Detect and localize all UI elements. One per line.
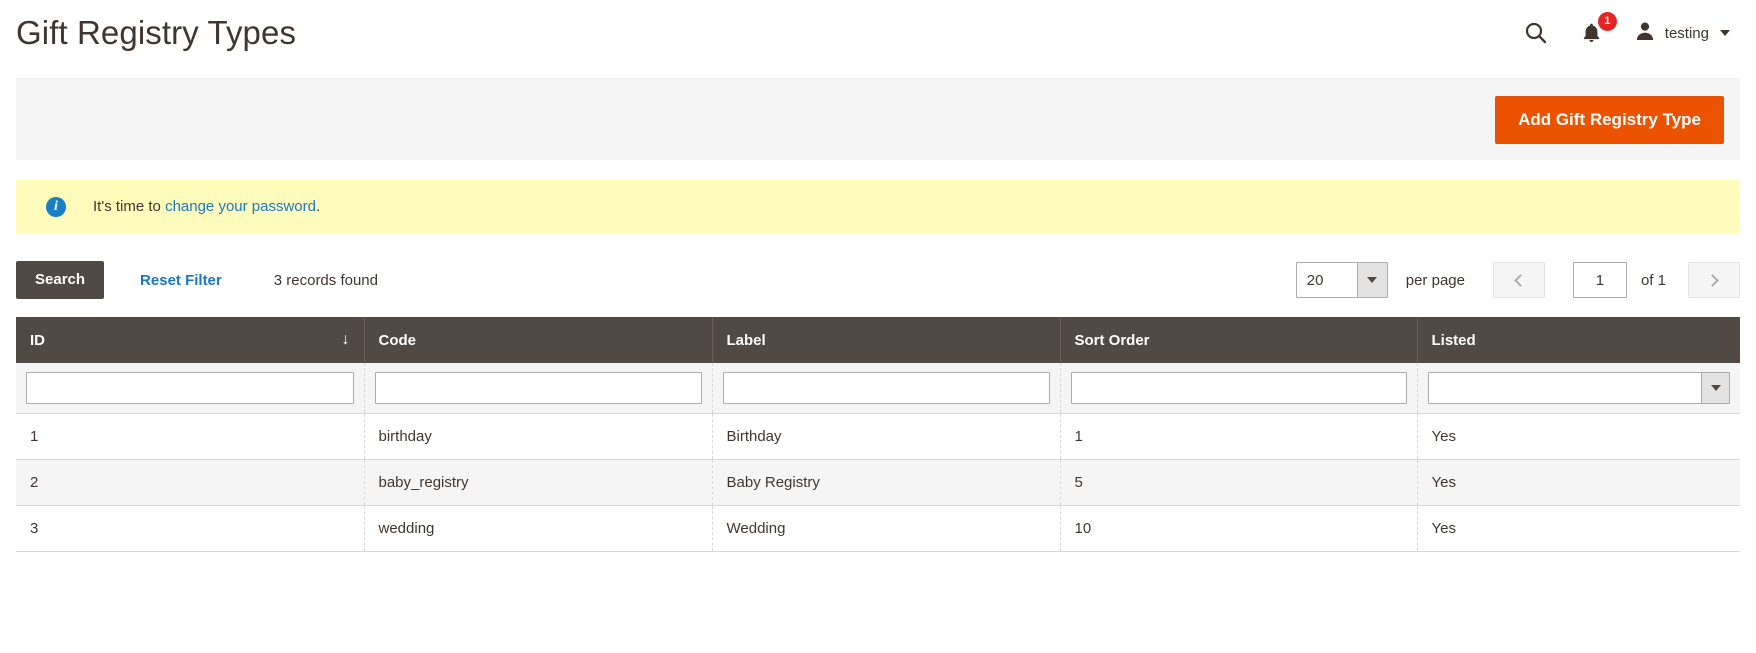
column-header-label-label: Label <box>726 331 766 349</box>
current-page-input[interactable] <box>1572 262 1627 298</box>
column-header-code[interactable]: Code <box>364 317 713 363</box>
column-header-id[interactable]: ID ↓ <box>16 317 365 363</box>
cell-label: Wedding <box>712 505 1061 552</box>
cell-sort-order: 10 <box>1060 505 1418 552</box>
table-row[interactable]: 3 wedding Wedding 10 Yes <box>16 505 1740 552</box>
per-page-select[interactable]: 20 <box>1295 262 1388 298</box>
notice-text-after: . <box>316 198 321 215</box>
user-menu[interactable]: testing <box>1634 20 1730 46</box>
per-page-value: 20 <box>1306 271 1324 289</box>
header-actions: 1 testing <box>1522 12 1734 47</box>
column-header-sort-order[interactable]: Sort Order <box>1060 317 1418 363</box>
filter-input-sort-order[interactable] <box>1070 372 1407 404</box>
per-page-label: per page <box>1405 271 1465 289</box>
column-header-code-label: Code <box>378 331 417 349</box>
cell-listed: Yes <box>1417 413 1740 460</box>
column-header-label[interactable]: Label <box>712 317 1061 363</box>
chevron-right-icon <box>1706 273 1719 287</box>
filter-input-label[interactable] <box>722 372 1050 404</box>
chevron-down-icon <box>1720 30 1730 36</box>
notifications-count-badge: 1 <box>1597 12 1617 31</box>
filter-select-listed-value <box>1429 373 1702 403</box>
cell-id: 3 <box>16 505 365 552</box>
filter-input-code[interactable] <box>374 372 702 404</box>
column-header-listed[interactable]: Listed <box>1417 317 1740 363</box>
info-icon: i <box>46 196 66 217</box>
filter-cell-listed <box>1417 363 1740 414</box>
column-header-listed-label: Listed <box>1431 331 1476 349</box>
cell-sort-order: 1 <box>1060 413 1418 460</box>
chevron-down-icon <box>1701 373 1729 403</box>
chevron-left-icon <box>1514 273 1527 287</box>
grid-pagination: 20 per page of 1 <box>1295 262 1740 298</box>
cell-label: Birthday <box>712 413 1061 460</box>
filter-cell-label <box>712 363 1061 414</box>
add-gift-registry-type-button[interactable]: Add Gift Registry Type <box>1495 95 1724 144</box>
chevron-down-icon <box>1356 263 1387 297</box>
next-page-button[interactable] <box>1688 262 1740 298</box>
grid-toolbar: Search Reset Filter 3 records found 20 p… <box>16 261 1740 299</box>
cell-code: wedding <box>364 505 713 552</box>
gift-registry-types-table: ID ↓ Code Label Sort Order Listed 1 birt… <box>16 317 1740 552</box>
filter-input-id[interactable] <box>26 372 354 404</box>
cell-code: baby_registry <box>364 459 713 506</box>
page-header: Gift Registry Types 1 testing <box>0 0 1756 66</box>
notice-message: i It's time to change your password. <box>16 180 1740 233</box>
avatar-icon <box>1634 20 1656 46</box>
cell-label: Baby Registry <box>712 459 1061 506</box>
column-header-sort-order-label: Sort Order <box>1074 331 1150 349</box>
page-actions-bar: Add Gift Registry Type <box>16 78 1740 160</box>
search-icon[interactable] <box>1522 19 1550 47</box>
grid-container: ID ↓ Code Label Sort Order Listed 1 birt… <box>16 317 1740 552</box>
sort-descending-icon: ↓ <box>341 331 350 348</box>
cell-id: 1 <box>16 413 365 460</box>
filter-cell-id <box>16 363 365 414</box>
notifications-bell-icon[interactable]: 1 <box>1578 12 1617 47</box>
cell-sort-order: 5 <box>1060 459 1418 506</box>
notice-text-before: It's time to <box>93 198 166 215</box>
filter-cell-code <box>364 363 713 414</box>
notice-message-text: It's time to change your password. <box>93 198 320 215</box>
cell-code: birthday <box>364 413 713 460</box>
change-password-link[interactable]: change your password <box>165 198 316 215</box>
column-header-id-label: ID <box>30 331 45 349</box>
admin-page: Gift Registry Types 1 testing Add Gift R… <box>0 0 1756 653</box>
records-found-label: 3 records found <box>273 271 378 289</box>
previous-page-button[interactable] <box>1492 262 1545 298</box>
grid-toolbar-left: Search Reset Filter 3 records found <box>16 261 378 299</box>
filter-cell-sort-order <box>1060 363 1418 414</box>
cell-id: 2 <box>16 459 365 506</box>
cell-listed: Yes <box>1417 505 1740 552</box>
table-row[interactable]: 1 birthday Birthday 1 Yes <box>16 413 1740 460</box>
search-button[interactable]: Search <box>16 261 105 299</box>
reset-filter-link[interactable]: Reset Filter <box>140 272 222 289</box>
total-pages-label: of 1 <box>1640 271 1666 289</box>
table-header-row: ID ↓ Code Label Sort Order Listed <box>16 317 1740 363</box>
cell-listed: Yes <box>1417 459 1740 506</box>
table-filter-row <box>16 363 1740 414</box>
page-title: Gift Registry Types <box>16 14 297 51</box>
user-name-label: testing <box>1664 24 1709 42</box>
messages-area: i It's time to change your password. <box>16 180 1740 233</box>
filter-select-listed[interactable] <box>1427 372 1730 404</box>
table-row[interactable]: 2 baby_registry Baby Registry 5 Yes <box>16 459 1740 506</box>
